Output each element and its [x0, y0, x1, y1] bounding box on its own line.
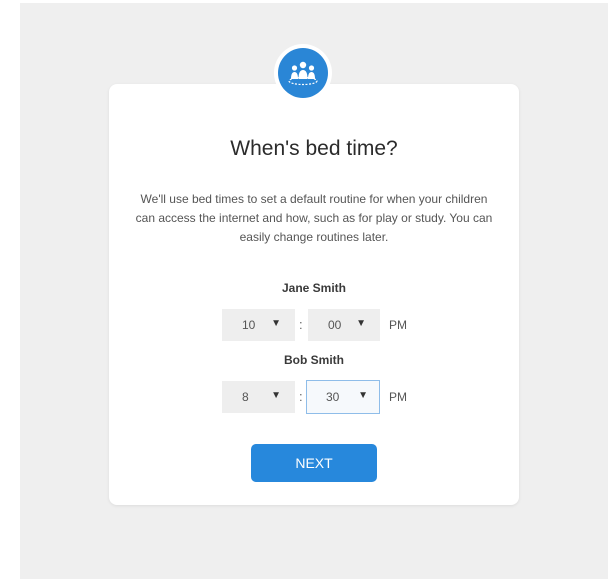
jane-ampm-label: PM	[389, 318, 407, 332]
jane-minute-select[interactable]: 00 ▼	[308, 309, 380, 341]
bob-minute-value: 30	[326, 390, 340, 404]
next-button[interactable]: NEXT	[251, 444, 377, 482]
jane-hour-select[interactable]: 10 ▼	[222, 309, 295, 341]
family-icon	[278, 48, 328, 98]
time-separator: :	[299, 317, 303, 332]
dialog-description: We'll use bed times to set a default rou…	[135, 192, 493, 244]
chevron-down-icon: ▼	[358, 390, 368, 401]
child-name-jane: Jane Smith	[281, 281, 347, 295]
bob-hour-value: 8	[242, 390, 249, 404]
chevron-down-icon: ▼	[356, 318, 366, 329]
dialog-title: When's bed time?	[230, 137, 398, 160]
time-separator: :	[299, 389, 303, 404]
jane-minute-value: 00	[328, 318, 342, 332]
bob-ampm-label: PM	[389, 390, 407, 404]
jane-hour-value: 10	[242, 318, 256, 332]
chevron-down-icon: ▼	[271, 390, 281, 401]
child-name-bob: Bob Smith	[284, 353, 344, 367]
chevron-down-icon: ▼	[271, 318, 281, 329]
icon-badge	[274, 44, 332, 102]
bob-hour-select[interactable]: 8 ▼	[222, 381, 295, 413]
bob-minute-select[interactable]: 30 ▼	[306, 380, 380, 414]
